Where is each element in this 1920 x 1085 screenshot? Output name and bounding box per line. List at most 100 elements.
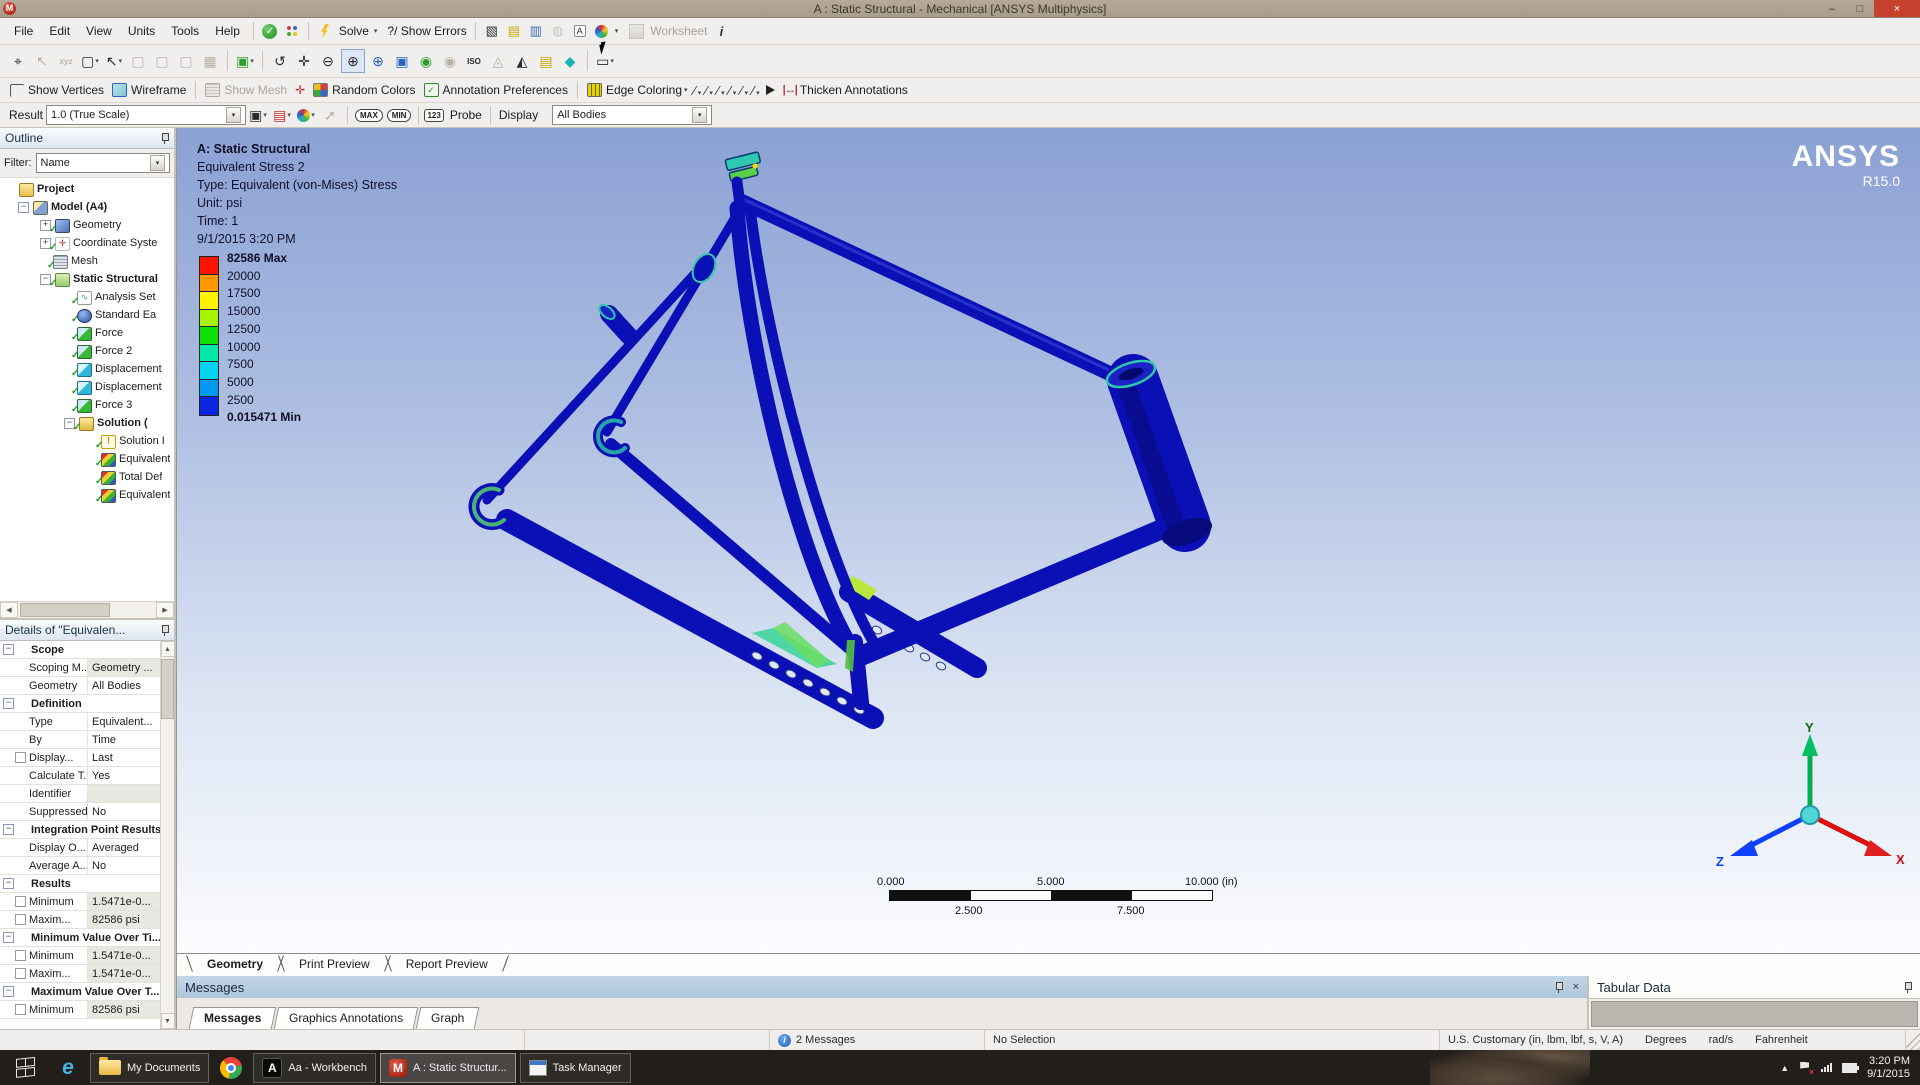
solve-caret-icon[interactable]: ▾ [374, 27, 378, 35]
details-vertical-scrollbar[interactable]: ▲ ▼ [160, 641, 174, 1029]
probe-button[interactable]: Probe [450, 108, 482, 122]
task-manager-button[interactable]: Task Manager [520, 1053, 631, 1083]
details-row-value[interactable]: Equivalent... [88, 713, 161, 730]
combo-caret-icon[interactable]: ▾ [226, 107, 241, 123]
section-collapse-icon[interactable] [3, 824, 14, 835]
thicken-annotations-button[interactable]: |↔|Thicken Annotations [783, 83, 908, 97]
tree-item[interactable]: ✓ Displacement [0, 360, 174, 378]
details-row[interactable]: Minimum 1.5471e-0... [0, 947, 161, 965]
details-row-value[interactable]: 1.5471e-0... [88, 947, 161, 964]
details-row[interactable]: Scope [0, 641, 161, 659]
details-row-value[interactable]: Geometry ... [88, 659, 161, 676]
filter-combobox[interactable]: Name▾ [36, 153, 171, 173]
details-row[interactable]: Minimum 1.5471e-0... [0, 893, 161, 911]
edge-style-button[interactable]: ∕▾ [717, 83, 725, 98]
edge-style-button[interactable]: ∕▾ [752, 83, 760, 98]
orientation-triad[interactable]: Y X Z [1680, 720, 1910, 913]
details-row-value[interactable]: Averaged [88, 839, 161, 856]
details-row[interactable]: Results [0, 875, 161, 893]
outline-horizontal-scrollbar[interactable]: ◀ ▶ [0, 601, 174, 618]
edge-coloring-button[interactable]: Edge Coloring▾ [587, 83, 688, 97]
details-row[interactable]: Type Equivalent... [0, 713, 161, 731]
graphics-tool-icon[interactable]: ◭ [511, 50, 533, 72]
mesh-axes-icon[interactable]: ✛ [295, 83, 305, 97]
details-row-value[interactable]: 82586 psi [88, 1001, 161, 1018]
details-checkbox[interactable] [15, 950, 26, 961]
solve-icon[interactable] [315, 21, 335, 41]
section-collapse-icon[interactable] [3, 932, 14, 943]
chart-icon[interactable]: ▥ [526, 21, 546, 41]
details-row[interactable]: Geometry All Bodies [0, 677, 161, 695]
details-row-value[interactable]: No [88, 857, 161, 874]
viewport-tab[interactable]: Print Preview [281, 954, 388, 973]
details-row-value[interactable]: Last [88, 749, 161, 766]
graphics-tool-icon[interactable]: ✛ [293, 50, 315, 72]
tray-expand-icon[interactable]: ▲ [1780, 1063, 1789, 1073]
text-annotation-icon[interactable]: A [570, 21, 590, 41]
tree-item[interactable]: ✓ Standard Ea [0, 306, 174, 324]
details-row-value[interactable] [88, 785, 161, 802]
details-row-value[interactable]: No [88, 803, 161, 820]
details-row[interactable]: Calculate T... Yes [0, 767, 161, 785]
action-center-flag-icon[interactable] [1799, 1062, 1811, 1074]
solve-button[interactable]: Solve [339, 24, 369, 38]
details-row-value[interactable]: 1.5471e-0... [88, 893, 161, 910]
tree-item[interactable]: ✓ Analysis Set [0, 288, 174, 306]
edge-style-button[interactable]: ∕▾ [729, 83, 737, 98]
tree-item[interactable]: ✓ Total Def [0, 468, 174, 486]
scroll-down-icon[interactable]: ▼ [161, 1013, 175, 1029]
combo-caret-icon[interactable]: ▾ [150, 155, 165, 171]
details-checkbox[interactable] [15, 914, 26, 925]
scrollbar-thumb[interactable] [20, 603, 110, 617]
details-checkbox[interactable] [15, 968, 26, 979]
details-row[interactable]: Minimum Value Over Ti... [0, 929, 161, 947]
show-errors-button[interactable]: ?/ Show Errors [387, 24, 466, 38]
graphics-tool-icon[interactable]: ◆ [559, 50, 581, 72]
mechanical-button[interactable]: MA : Static Structur... [380, 1053, 516, 1083]
section-collapse-icon[interactable] [3, 878, 14, 889]
details-row-value[interactable]: 82586 psi [88, 911, 161, 928]
messages-tab[interactable]: Graphics Annotations [274, 1007, 419, 1029]
clock[interactable]: 3:20 PM 9/1/2015 [1867, 1055, 1910, 1081]
color-sphere-icon[interactable] [592, 21, 612, 41]
graphics-tool-icon[interactable] [262, 51, 263, 71]
details-row[interactable]: Suppressed No [0, 803, 161, 821]
details-row[interactable]: Definition [0, 695, 161, 713]
details-row[interactable]: Scoping M... Geometry ... [0, 659, 161, 677]
edge-style-button[interactable]: ∕▾ [740, 83, 748, 98]
details-row-value[interactable]: Time [88, 731, 161, 748]
tabular-data-body[interactable] [1591, 1001, 1918, 1027]
contour-bands-icon[interactable]: ▤ [271, 104, 293, 126]
graphics-tool-icon[interactable]: ▢ [79, 50, 101, 72]
direction-arrow-icon[interactable] [766, 85, 775, 95]
graphics-viewport[interactable]: A: Static Structural Equivalent Stress 2… [176, 128, 1920, 953]
details-row[interactable]: By Time [0, 731, 161, 749]
combo-caret-icon[interactable]: ▾ [692, 107, 707, 123]
graphics-tool-icon[interactable]: ▣ [391, 50, 413, 72]
workbench-button[interactable]: AAa - Workbench [253, 1053, 376, 1083]
status-messages[interactable]: i 2 Messages [770, 1030, 985, 1050]
details-checkbox[interactable] [15, 896, 26, 907]
geometry-display-icon[interactable]: ▣ [247, 104, 269, 126]
graphics-tool-icon[interactable]: ◉ [439, 50, 461, 72]
rainbow-sphere-icon[interactable] [295, 104, 317, 126]
graphics-tool-icon[interactable] [227, 51, 228, 71]
menu-item[interactable]: Help [207, 20, 248, 42]
graphics-tool-icon[interactable]: ↺ [269, 50, 291, 72]
tree-item[interactable]: ✓ Equivalent [0, 450, 174, 468]
min-annotation-button[interactable]: MIN [387, 109, 412, 122]
tree-item[interactable]: ✓ Force 2 [0, 342, 174, 360]
tree-item[interactable]: ✓ Equivalent [0, 486, 174, 504]
graphics-tool-icon[interactable]: ↖ [103, 50, 125, 72]
details-row[interactable]: Identifier [0, 785, 161, 803]
comment-icon[interactable]: ▤ [504, 21, 524, 41]
graphics-tool-icon[interactable]: ▤ [535, 50, 557, 72]
graphics-tool-icon[interactable]: ▣ [234, 50, 256, 72]
my-documents-button[interactable]: My Documents [90, 1053, 209, 1083]
tree-item[interactable]: + ✓ Coordinate Syste [0, 234, 174, 252]
viewport-tab[interactable]: Report Preview [388, 954, 506, 973]
pin-icon[interactable] [160, 625, 169, 636]
menu-item[interactable]: View [78, 20, 120, 42]
tree-item[interactable]: − ✓ Solution ( [0, 414, 174, 432]
resize-grip[interactable] [1906, 1030, 1920, 1050]
